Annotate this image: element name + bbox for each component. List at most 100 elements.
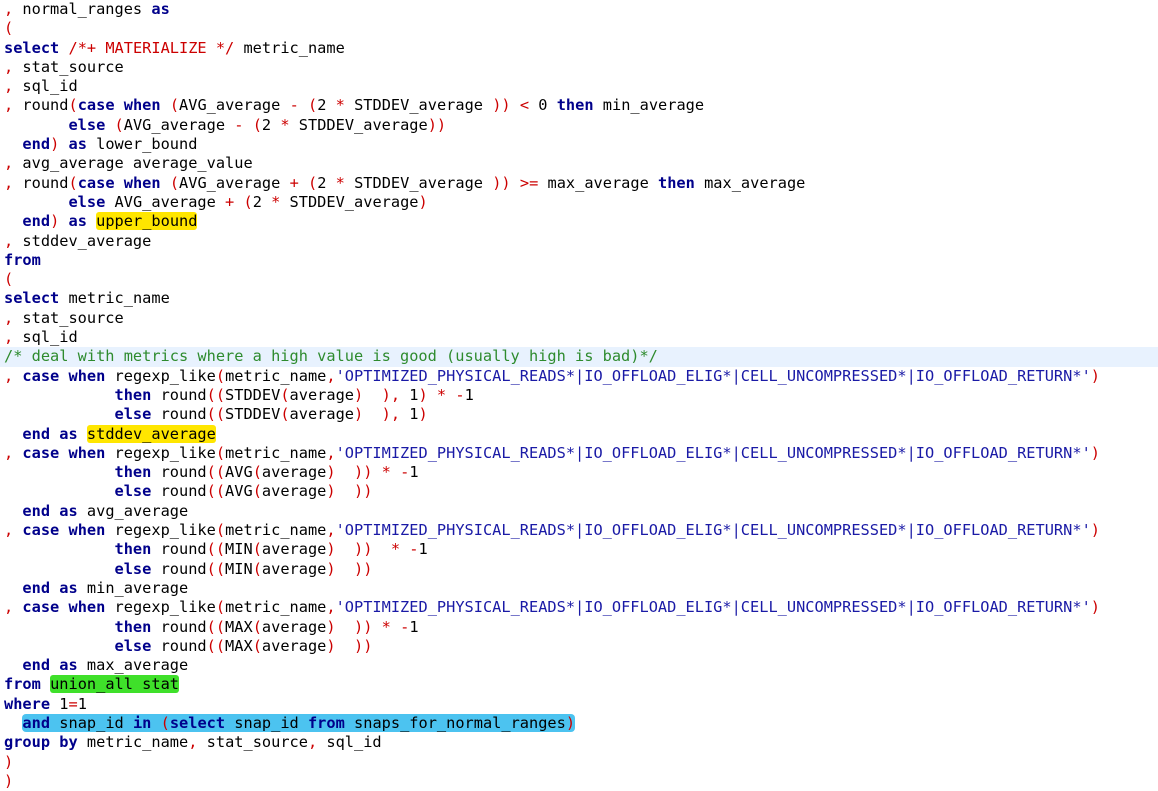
- code-line[interactable]: select metric_name: [0, 289, 1158, 308]
- code-token: /* deal with metrics where a high value …: [4, 347, 658, 366]
- code-line[interactable]: end as max_average: [0, 656, 1158, 675]
- code-token: <: [519, 96, 530, 115]
- code-line[interactable]: , case when regexp_like(metric_name,'OPT…: [0, 598, 1158, 617]
- code-line[interactable]: , case when regexp_like(metric_name,'OPT…: [0, 444, 1158, 463]
- code-line[interactable]: end as avg_average: [0, 502, 1158, 521]
- code-token: 0: [529, 96, 557, 115]
- code-token: max_average: [538, 173, 659, 192]
- code-line[interactable]: else round((AVG(average) )): [0, 482, 1158, 501]
- code-token: max_average: [694, 173, 806, 192]
- code-token: average: [261, 559, 327, 578]
- code-line[interactable]: end as min_average: [0, 579, 1158, 598]
- code-token: case: [22, 598, 60, 617]
- code-line[interactable]: , sql_id: [0, 328, 1158, 347]
- code-token: (: [252, 463, 262, 482]
- code-token: metric_name: [77, 733, 189, 752]
- code-token: 'OPTIMIZED_PHYSICAL_READS*|IO_OFFLOAD_EL…: [335, 598, 1091, 617]
- code-line[interactable]: else AVG_average + (2 * STDDEV_average): [0, 193, 1158, 212]
- code-line[interactable]: end as stddev_average: [0, 424, 1158, 444]
- code-token: (: [252, 636, 262, 655]
- code-token: when: [123, 173, 161, 192]
- code-token: ): [50, 212, 60, 231]
- code-line[interactable]: , stat_source: [0, 309, 1158, 328]
- code-token: *: [335, 173, 345, 192]
- code-line[interactable]: , case when regexp_like(metric_name,'OPT…: [0, 367, 1158, 386]
- code-token: *: [271, 192, 281, 211]
- code-token: metric_name: [225, 443, 327, 462]
- code-line[interactable]: else round((MAX(average) )): [0, 637, 1158, 656]
- code-line[interactable]: group by metric_name, stat_source, sql_i…: [0, 733, 1158, 752]
- code-line[interactable]: from: [0, 251, 1158, 270]
- code-token: case: [77, 173, 115, 192]
- code-token: ((: [206, 482, 226, 501]
- code-token: AVG: [225, 463, 253, 482]
- code-token: from: [4, 675, 41, 694]
- code-line[interactable]: , sql_id: [0, 77, 1158, 96]
- code-token: STDDEV_average: [280, 192, 419, 211]
- code-line[interactable]: , round(case when (AVG_average - (2 * ST…: [0, 96, 1158, 115]
- code-line[interactable]: else (AVG_average - (2 * STDDEV_average)…: [0, 116, 1158, 135]
- code-line[interactable]: else round((MIN(average) )): [0, 560, 1158, 579]
- code-line[interactable]: end) as lower_bound: [0, 135, 1158, 154]
- code-token: when: [68, 598, 106, 617]
- code-token: ,: [326, 443, 336, 462]
- code-token: sql_id: [22, 328, 78, 347]
- code-token: ,: [326, 521, 336, 540]
- code-line[interactable]: (: [0, 270, 1158, 289]
- code-line[interactable]: , stddev_average: [0, 232, 1158, 251]
- code-token: -: [289, 96, 299, 115]
- code-token: 2: [317, 96, 336, 115]
- code-token: ((: [206, 540, 226, 559]
- code-line[interactable]: then round((AVG(average) )) * -1: [0, 463, 1158, 482]
- code-token: (: [160, 713, 170, 732]
- code-token: -: [400, 463, 410, 482]
- code-line[interactable]: end) as upper_bound: [0, 212, 1158, 231]
- code-line[interactable]: ): [0, 772, 1158, 791]
- code-token: )): [354, 540, 373, 559]
- code-line[interactable]: (: [0, 19, 1158, 38]
- code-line[interactable]: where 1=1: [0, 695, 1158, 714]
- code-line[interactable]: and snap_id in (select snap_id from snap…: [0, 713, 1158, 733]
- code-token: round: [151, 617, 207, 636]
- code-line[interactable]: , normal_ranges as: [0, 0, 1158, 19]
- code-token: >=: [519, 173, 539, 192]
- code-line[interactable]: then round((MAX(average) )) * -1: [0, 618, 1158, 637]
- code-line[interactable]: ): [0, 753, 1158, 772]
- code-line[interactable]: , round(case when (AVG_average + (2 * ST…: [0, 174, 1158, 193]
- code-line[interactable]: , stat_source: [0, 58, 1158, 77]
- code-token: ): [50, 135, 60, 154]
- code-line[interactable]: , avg_average average_value: [0, 154, 1158, 173]
- code-token: 1: [77, 694, 87, 713]
- code-line-current[interactable]: /* deal with metrics where a high value …: [0, 347, 1158, 367]
- code-line[interactable]: from union_all stat: [0, 675, 1158, 694]
- code-line[interactable]: , case when regexp_like(metric_name,'OPT…: [0, 521, 1158, 540]
- code-token: case: [22, 521, 60, 540]
- code-token: )): [354, 636, 373, 655]
- code-line[interactable]: then round((STDDEV(average) ), 1) * -1: [0, 386, 1158, 405]
- code-line[interactable]: select /*+ MATERIALIZE */ metric_name: [0, 39, 1158, 58]
- code-token: ): [418, 385, 428, 404]
- code-token: lower_bound: [86, 135, 198, 154]
- code-token: 1: [50, 694, 69, 713]
- code-line[interactable]: else round((STDDEV(average) ), 1): [0, 405, 1158, 424]
- code-token: stat_source: [197, 733, 308, 752]
- sql-code-editor[interactable]: , normal_ranges as (select /*+ MATERIALIZ…: [0, 0, 1158, 791]
- code-token: then: [114, 463, 152, 482]
- code-token: sql_id: [317, 733, 382, 752]
- code-line[interactable]: then round((MIN(average) )) * -1: [0, 540, 1158, 559]
- code-token: )): [354, 463, 373, 482]
- code-token: round: [151, 463, 207, 482]
- code-token: metric_name: [225, 366, 327, 385]
- code-token: (: [215, 366, 226, 385]
